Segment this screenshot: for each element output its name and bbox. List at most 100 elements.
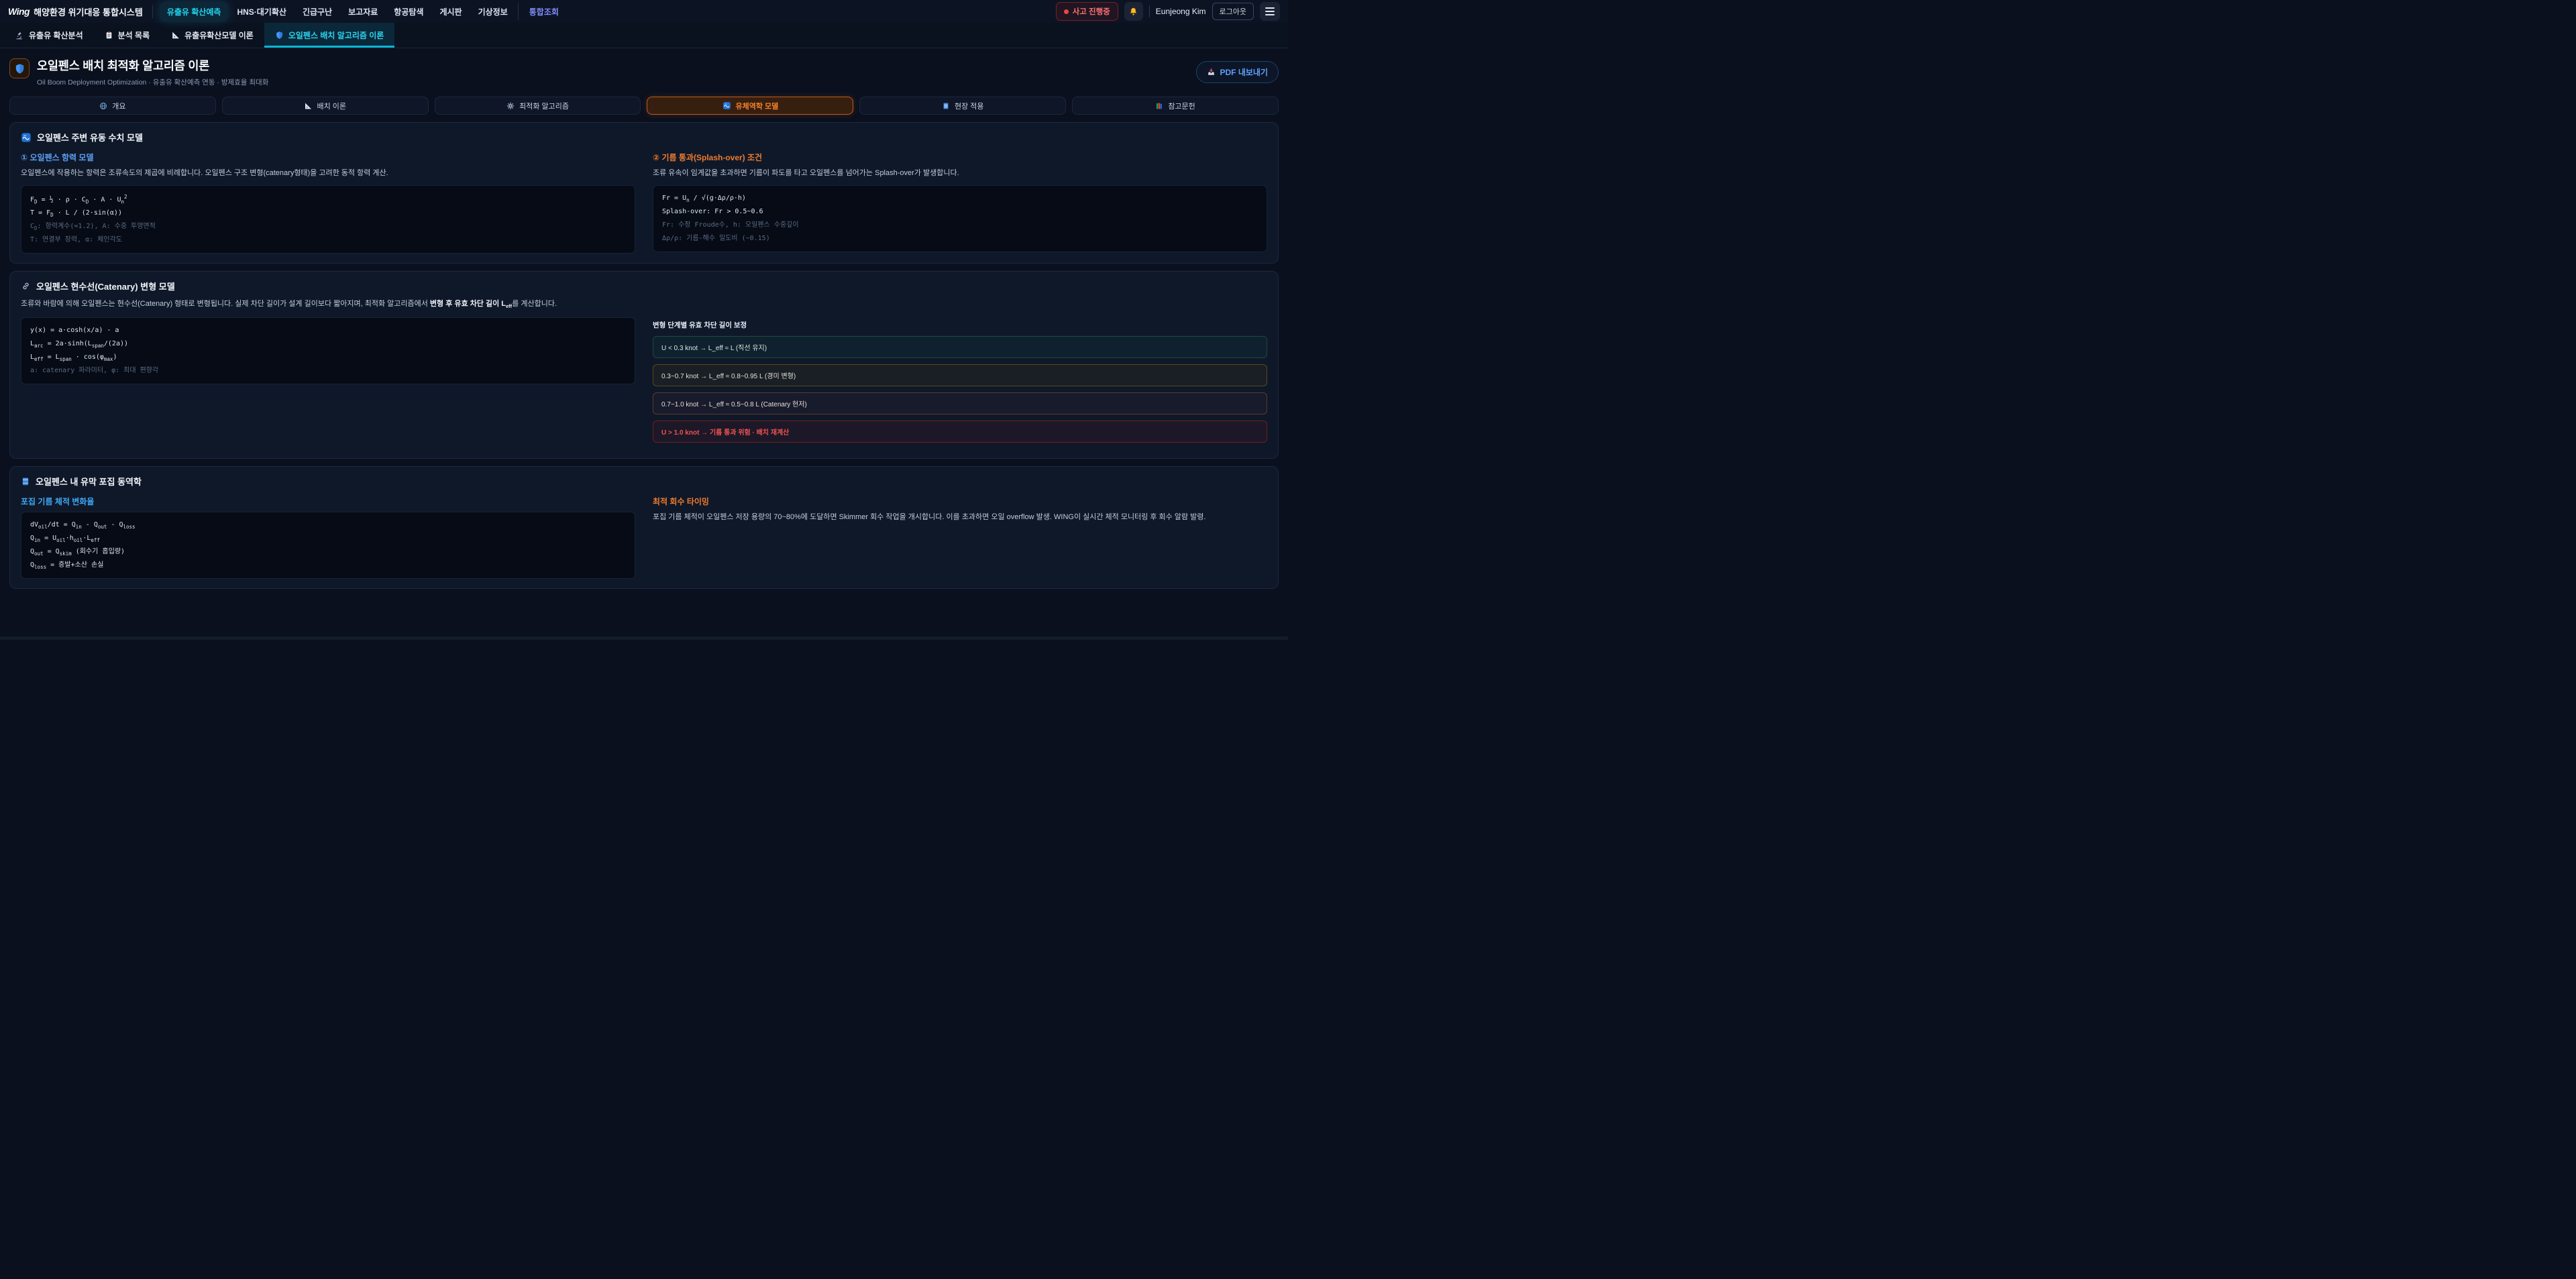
tab-label: 오일펜스 배치 알고리즘 이론 (288, 30, 384, 41)
hamburger-menu-button[interactable] (1260, 2, 1280, 21)
app-window: Wing 해양환경 위기대응 통합시스템 유출유 확산예측 HNS·대기확산 긴… (0, 0, 1288, 640)
correction-table-column: 변형 단계별 유효 차단 길이 보정 U < 0.3 knot → L_eff … (653, 317, 1267, 449)
bell-icon (1128, 7, 1138, 17)
tab-analysis-list[interactable]: 분석 목록 (94, 23, 161, 48)
main-nav: 유출유 확산예측 HNS·대기확산 긴급구난 보고자료 항공탐색 게시판 기상정… (160, 2, 566, 21)
splash-over-heading: ② 기름 통과(Splash-over) 조건 (653, 152, 1267, 163)
nav-item-weather[interactable]: 기상정보 (471, 2, 515, 21)
section-tab-label: 배치 이론 (317, 101, 346, 111)
formula-line: Splash-over: Fr > 0.5~0.6 (662, 205, 1258, 219)
drag-model-heading: ① 오일펜스 항력 모델 (21, 152, 635, 163)
globe-icon (99, 102, 107, 110)
catenary-card-title: 오일펜스 현수선(Catenary) 변형 모델 (21, 280, 1267, 292)
set-square-icon (171, 31, 180, 40)
card-title-text: 오일펜스 내 유막 포집 동역학 (36, 475, 142, 488)
tab-label: 분석 목록 (118, 30, 150, 41)
formula-line: T = FD · L / (2·sin(α)) (30, 207, 626, 220)
page-title-block: 오일펜스 배치 최적화 알고리즘 이론 Oil Boom Deployment … (37, 57, 268, 87)
section-tab-deployment-theory[interactable]: 배치 이론 (222, 97, 429, 115)
tab-boom-deployment-theory[interactable]: 오일펜스 배치 알고리즘 이론 (264, 23, 394, 48)
volume-rate-column: 포집 기름 체적 변화율 dVoil/dt = Qin - Qout - Qlo… (21, 494, 635, 579)
section-tab-bar: 개요 배치 이론 최적화 알고리즘 유체역학 모델 현장 적용 (9, 97, 1279, 115)
flow-model-card-title: 오일펜스 주변 유동 수치 모델 (21, 131, 1267, 144)
card-title-text: 오일펜스 주변 유동 수치 모델 (37, 131, 143, 144)
page-title: 오일펜스 배치 최적화 알고리즘 이론 (37, 57, 268, 74)
set-square-icon (304, 102, 312, 110)
formula-line: dVoil/dt = Qin - Qout - Qloss (30, 518, 626, 532)
oil-drum-icon (21, 477, 30, 486)
formula-line: FD = ½ · ρ · CD · A · Un2 (30, 192, 626, 207)
formula-line: y(x) = a·cosh(x/a) - a (30, 324, 626, 337)
formula-line: Larc = 2a·sinh(Lspan/(2a)) (30, 337, 626, 351)
tab-label: 유출유 확산분석 (29, 30, 83, 41)
splash-over-column: ② 기름 통과(Splash-over) 조건 조류 유속이 임계값을 초과하면… (653, 150, 1267, 254)
nav-item-integrated-search[interactable]: 통합조회 (522, 2, 566, 21)
section-tab-optimization-algorithm[interactable]: 최적화 알고리즘 (435, 97, 641, 115)
hamburger-icon (1265, 7, 1275, 9)
tab-diffusion-model-theory[interactable]: 유출유확산모델 이론 (160, 23, 264, 48)
formula-comment: CD: 항력계수(≈1.2), A: 수중 투영면적 (30, 220, 626, 233)
section-tab-label: 참고문헌 (1168, 101, 1195, 111)
volume-rate-heading: 포집 기름 체적 변화율 (21, 496, 635, 507)
notification-button[interactable] (1124, 2, 1143, 21)
section-tab-field-application[interactable]: 현장 적용 (859, 97, 1066, 115)
catenary-formula-block: y(x) = a·cosh(x/a) - a Larc = 2a·sinh(Ls… (21, 317, 635, 384)
velocity-row-straight: U < 0.3 knot → L_eff ≈ L (직선 유지) (653, 336, 1267, 358)
logout-button[interactable]: 로그아웃 (1212, 3, 1254, 20)
formula-comment: a: catenary 파라미터, φ: 최대 편향각 (30, 364, 626, 378)
drag-model-column: ① 오일펜스 항력 모델 오일펜스에 작용하는 항력은 조류속도의 제곱에 비례… (21, 150, 635, 254)
download-icon (1207, 68, 1216, 76)
wave-icon (21, 132, 32, 143)
formula-line: Qloss = 증발+소산 손실 (30, 559, 626, 572)
app-logo[interactable]: Wing 해양환경 위기대응 통합시스템 (8, 5, 153, 18)
velocity-row-catenary-significant: 0.7~1.0 knot → L_eff ≈ 0.5~0.8 L (Catena… (653, 392, 1267, 414)
horizontal-scrollbar[interactable] (0, 636, 1288, 640)
velocity-row-danger: U > 1.0 knot → 기름 통과 위험 · 배치 재계산 (653, 421, 1267, 443)
shield-icon (14, 63, 25, 74)
section-tab-label: 유체역학 모델 (736, 101, 779, 111)
building-icon (942, 102, 950, 110)
topnav-right-area: 사고 진행중 Eunjeong Kim 로그아웃 (1056, 2, 1280, 21)
recovery-timing-description: 포집 기름 체적이 오일펜스 저장 용량의 70~80%에 도달하면 Skimm… (653, 512, 1267, 523)
drag-model-description: 오일펜스에 작용하는 항력은 조류속도의 제곱에 비례합니다. 오일펜스 구조 … (21, 168, 635, 179)
tab-oil-spill-analysis[interactable]: 유출유 확산분석 (4, 23, 94, 48)
incident-status-badge[interactable]: 사고 진행중 (1056, 2, 1118, 21)
page-header: 오일펜스 배치 최적화 알고리즘 이론 Oil Boom Deployment … (0, 48, 1288, 91)
status-badge-label: 사고 진행중 (1073, 6, 1110, 17)
section-tab-overview[interactable]: 개요 (9, 97, 216, 115)
formula-line: Fr = Un / √(g·Δρ/ρ·h) (662, 192, 1258, 205)
section-tab-label: 현장 적용 (955, 101, 984, 111)
status-dot-icon (1064, 9, 1069, 14)
nav-item-hns-air-diffusion[interactable]: HNS·대기확산 (229, 2, 294, 21)
microscope-icon (15, 31, 24, 40)
nav-item-reports[interactable]: 보고자료 (341, 2, 385, 21)
card-title-text: 오일펜스 현수선(Catenary) 변형 모델 (36, 280, 175, 292)
books-icon (1155, 102, 1163, 110)
section-tab-label: 최적화 알고리즘 (519, 101, 569, 111)
formula-comment: Fr: 수정 Froude수, h: 오일펜스 수중깊이 (662, 219, 1258, 232)
page-icon-box (9, 58, 30, 78)
nav-item-oil-spill-prediction[interactable]: 유출유 확산예측 (160, 2, 229, 21)
formula-line: Leff = Lspan · cos(φmax) (30, 351, 626, 364)
flow-model-card: 오일펜스 주변 유동 수치 모델 ① 오일펜스 항력 모델 오일펜스에 작용하는… (9, 122, 1279, 264)
formula-comment: Δρ/ρ: 기름-해수 밀도비 (~0.15) (662, 232, 1258, 245)
section-tab-hydrodynamic-model[interactable]: 유체역학 모델 (647, 97, 853, 115)
capture-card-title: 오일펜스 내 유막 포집 동역학 (21, 475, 1267, 488)
catenary-model-card: 오일펜스 현수선(Catenary) 변형 모델 조류와 바람에 의해 오일펜스… (9, 271, 1279, 459)
volume-rate-formula-block: dVoil/dt = Qin - Qout - Qloss Qin = Uoil… (21, 512, 635, 579)
pdf-export-button[interactable]: PDF 내보내기 (1196, 61, 1279, 83)
divider (1149, 5, 1150, 17)
wave-icon (722, 101, 731, 110)
user-name: Eunjeong Kim (1156, 7, 1206, 16)
section-tab-label: 개요 (112, 101, 125, 111)
drag-model-formula-block: FD = ½ · ρ · CD · A · Un2 T = FD · L / (… (21, 185, 635, 254)
wing-logo-icon: Wing (8, 6, 30, 17)
gear-icon (506, 102, 515, 110)
nav-item-board[interactable]: 게시판 (432, 2, 469, 21)
nav-item-emergency-rescue[interactable]: 긴급구난 (295, 2, 339, 21)
sub-tab-bar: 유출유 확산분석 분석 목록 유출유확산모델 이론 오일펜스 배치 알고리즘 이… (0, 23, 1288, 48)
section-tab-references[interactable]: 참고문헌 (1072, 97, 1279, 115)
link-icon (21, 281, 31, 291)
shield-icon (275, 31, 284, 40)
nav-item-air-search[interactable]: 항공탐색 (386, 2, 431, 21)
